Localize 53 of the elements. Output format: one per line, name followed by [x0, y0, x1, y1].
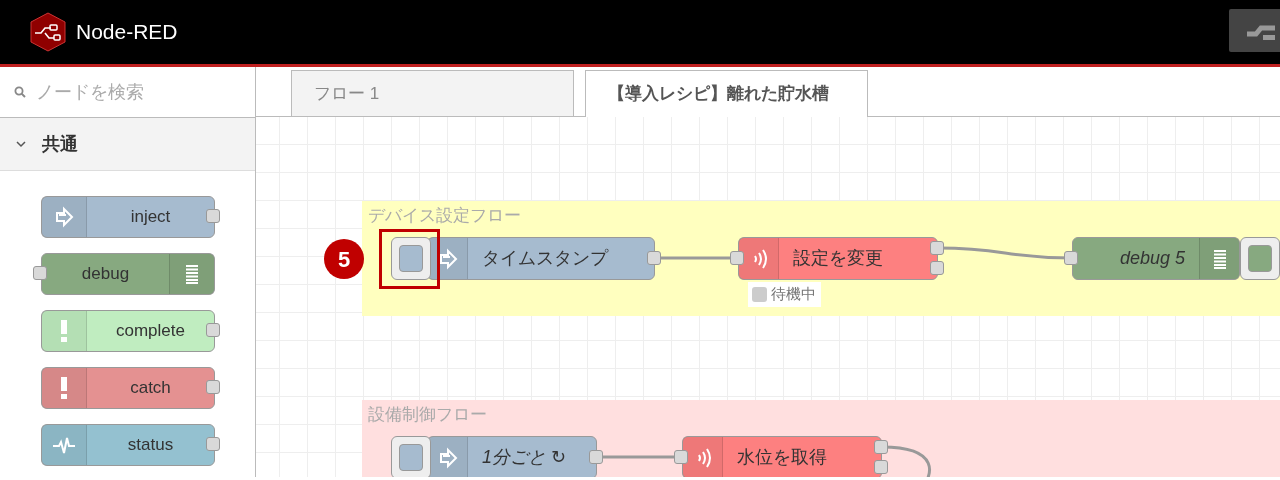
port[interactable]	[674, 450, 688, 464]
node-label: debug	[81, 263, 130, 286]
inject-button[interactable]	[391, 436, 431, 477]
exclamation-icon	[61, 320, 67, 342]
search-icon	[14, 86, 26, 98]
node-label: catch	[130, 377, 171, 400]
palette-node[interactable]: complete	[41, 310, 215, 352]
port[interactable]	[874, 460, 888, 474]
app-title: Node-RED	[76, 19, 178, 46]
category-header[interactable]: 共通	[0, 118, 255, 171]
port[interactable]	[589, 450, 603, 464]
port[interactable]	[1064, 251, 1078, 265]
flow-node[interactable]: debug 5	[1072, 237, 1240, 280]
highlight-frame	[379, 229, 440, 289]
palette-node[interactable]: catch	[41, 367, 215, 409]
flow-node[interactable]: 水位を取得	[682, 436, 882, 477]
port[interactable]	[206, 380, 220, 394]
port[interactable]	[930, 241, 944, 255]
step-badge: 5	[324, 239, 364, 279]
port[interactable]	[33, 266, 47, 280]
flow-node[interactable]: 設定を変更	[738, 237, 938, 280]
flow-node[interactable]: 1分ごと ↻	[427, 436, 597, 477]
node-label: debug 5	[1118, 247, 1186, 270]
toggle-button[interactable]	[1240, 237, 1280, 280]
logo	[28, 12, 68, 52]
port[interactable]	[647, 251, 661, 265]
port[interactable]	[206, 437, 220, 451]
node-label: 1分ごと ↻	[481, 446, 568, 469]
inject-button[interactable]	[391, 237, 431, 280]
status-text: 待機中	[771, 284, 816, 304]
flow-tab[interactable]: 【導入レシピ】離れた貯水槽	[585, 70, 868, 117]
search-field[interactable]: ノードを検索	[34, 77, 234, 107]
node-label: status	[127, 434, 174, 457]
port[interactable]	[730, 251, 744, 265]
port[interactable]	[206, 323, 220, 337]
chevron-icon	[16, 139, 26, 149]
palette-node[interactable]: inject	[41, 196, 215, 238]
node-label: タイムスタンプ	[481, 247, 610, 270]
flow-node[interactable]: タイムスタンプ	[427, 237, 655, 280]
node-label: 設定を変更	[792, 247, 884, 270]
exclamation-icon	[61, 377, 67, 399]
port[interactable]	[930, 261, 944, 275]
palette-node[interactable]: status	[41, 424, 215, 466]
group-label: 設備制御フロー	[368, 404, 487, 426]
node-label: 水位を取得	[736, 446, 828, 469]
category-label: 共通	[42, 132, 78, 156]
port[interactable]	[874, 440, 888, 454]
group-label: デバイス設定フロー	[368, 205, 521, 227]
node-label: complete	[116, 320, 185, 343]
node-label: inject	[130, 206, 171, 229]
deploy-button[interactable]	[1229, 9, 1280, 52]
palette-node[interactable]: debug	[41, 253, 215, 295]
port[interactable]	[206, 209, 220, 223]
